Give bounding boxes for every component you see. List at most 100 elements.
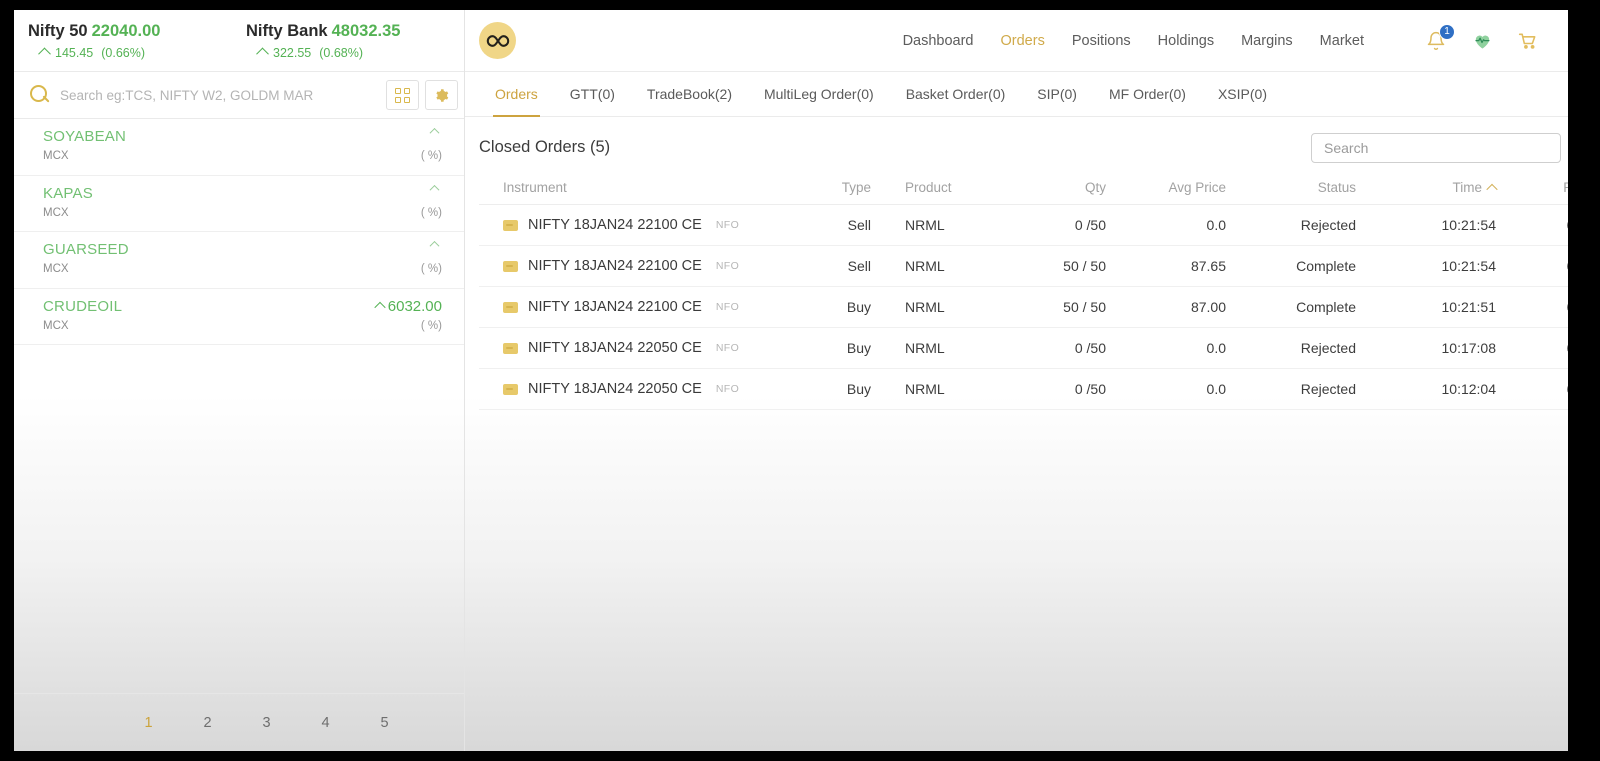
caret-up-icon: [374, 302, 385, 313]
nav-item-holdings[interactable]: Holdings: [1158, 33, 1214, 49]
table-row[interactable]: NIFTY 18JAN24 22050 CE NFO Buy NRML 0 /5…: [479, 328, 1568, 369]
cell-qty: 50 / 50: [981, 246, 1106, 287]
index-niftybank[interactable]: Nifty Bank48032.35 322.55 (0.68%): [246, 22, 464, 60]
top-navigation-bar: Dashboard Orders Positions Holdings Marg…: [465, 10, 1568, 72]
orders-header: Closed Orders (5): [479, 117, 1568, 172]
tab-xsip[interactable]: XSIP(0): [1202, 72, 1283, 116]
th-product[interactable]: Product: [871, 172, 981, 205]
cell-type: Buy: [779, 287, 871, 328]
watchlist-settings-button[interactable]: [425, 80, 458, 110]
watchlist-search-row: [14, 72, 464, 119]
th-status[interactable]: Status: [1226, 172, 1356, 205]
index-ticker-bar: Nifty 5022040.00 145.45 (0.66%) Nifty Ba…: [14, 10, 464, 72]
infinity-logo-icon[interactable]: [479, 22, 516, 59]
cell-instrument: NIFTY 18JAN24 22050 CE NFO: [479, 328, 779, 369]
table-header-row: Instrument Type Product Qty Avg Price St…: [479, 172, 1568, 205]
index-niftybank-change-percent: (0.68%): [319, 46, 363, 60]
cell-product: NRML: [871, 369, 981, 410]
watchlist-search-input[interactable]: [56, 88, 386, 103]
nav-item-market[interactable]: Market: [1320, 33, 1364, 49]
tab-gtt[interactable]: GTT(0): [554, 72, 631, 116]
watchlist-exchange: MCX: [43, 150, 69, 162]
cell-qty: 0 /50: [981, 205, 1106, 246]
watchlist-percent: ( %): [421, 320, 442, 332]
th-time[interactable]: Time: [1356, 172, 1496, 205]
instrument-name: NIFTY 18JAN24 22050 CE: [528, 381, 702, 397]
index-niftybank-change-value: 322.55: [273, 46, 311, 60]
sort-ascending-icon: [1486, 183, 1497, 194]
cell-status: Rejected: [1226, 328, 1356, 369]
instrument-exchange: NFO: [716, 301, 739, 313]
cell-qty: 50 / 50: [981, 287, 1106, 328]
table-row[interactable]: NIFTY 18JAN24 22100 CE NFO Buy NRML 50 /…: [479, 287, 1568, 328]
th-qty[interactable]: Qty: [981, 172, 1106, 205]
grid-view-button[interactable]: [386, 80, 419, 110]
th-price[interactable]: Price: [1496, 172, 1568, 205]
watchlist-exchange: MCX: [43, 263, 69, 275]
watchlist-page-3[interactable]: 3: [237, 715, 296, 731]
instrument-tag-icon: [503, 384, 518, 395]
watchlist-exchange: MCX: [43, 207, 69, 219]
orders-tab-bar: Orders GTT(0) TradeBook(2) MultiLeg Orde…: [465, 72, 1568, 117]
th-instrument[interactable]: Instrument: [479, 172, 779, 205]
watchlist-price: 6032.00: [376, 298, 442, 315]
cell-product: NRML: [871, 328, 981, 369]
th-type[interactable]: Type: [779, 172, 871, 205]
th-avg-price[interactable]: Avg Price: [1106, 172, 1226, 205]
instrument-name: NIFTY 18JAN24 22100 CE: [528, 258, 702, 274]
cell-status: Rejected: [1226, 369, 1356, 410]
watchlist-page-5[interactable]: 5: [355, 715, 414, 731]
cart-button[interactable]: [1516, 29, 1540, 53]
cell-qty: 0 /50: [981, 369, 1106, 410]
tab-sip-label: SIP(0): [1037, 86, 1077, 102]
watchlist-item[interactable]: SOYABEAN MCX ( %): [14, 119, 464, 176]
table-row[interactable]: NIFTY 18JAN24 22050 CE NFO Buy NRML 0 /5…: [479, 369, 1568, 410]
watchlist-pagination: 1 2 3 4 5: [14, 693, 464, 751]
cell-instrument: NIFTY 18JAN24 22100 CE NFO: [479, 205, 779, 246]
cell-instrument: NIFTY 18JAN24 22050 CE NFO: [479, 369, 779, 410]
cell-avg-price: 0.0: [1106, 369, 1226, 410]
tab-tradebook[interactable]: TradeBook(2): [631, 72, 748, 116]
tab-sip[interactable]: SIP(0): [1021, 72, 1093, 116]
cell-price: 0.00: [1496, 246, 1568, 287]
tab-gtt-label: GTT(0): [570, 86, 615, 102]
nav-item-positions[interactable]: Positions: [1072, 33, 1131, 49]
watchlist-page-4[interactable]: 4: [296, 715, 355, 731]
more-menu-button[interactable]: [1562, 29, 1568, 53]
nav-item-orders[interactable]: Orders: [1001, 33, 1045, 49]
orders-tools: [1311, 133, 1568, 163]
cell-price: 0.00: [1496, 328, 1568, 369]
instrument-exchange: NFO: [716, 219, 739, 231]
instrument-tag-icon: [503, 343, 518, 354]
watchlist-item[interactable]: CRUDEOIL 6032.00 MCX ( %): [14, 289, 464, 346]
th-time-label: Time: [1453, 180, 1483, 195]
watchlist-item[interactable]: GUARSEED MCX ( %): [14, 232, 464, 289]
search-icon: [22, 78, 56, 112]
watchlist-symbol: SOYABEAN: [43, 128, 126, 145]
cell-time: 10:12:04: [1356, 369, 1496, 410]
watchlist-item[interactable]: KAPAS MCX ( %): [14, 176, 464, 233]
main-panel: Dashboard Orders Positions Holdings Marg…: [465, 10, 1568, 751]
tab-mf-order[interactable]: MF Order(0): [1093, 72, 1202, 116]
index-niftybank-change: 322.55 (0.68%): [246, 46, 464, 60]
notifications-button[interactable]: 1: [1424, 29, 1448, 53]
instrument-name: NIFTY 18JAN24 22050 CE: [528, 340, 702, 356]
watchlist-page-2[interactable]: 2: [178, 715, 237, 731]
caret-up-icon: [38, 48, 51, 61]
watchlist-percent: ( %): [421, 207, 442, 219]
nav-item-margins[interactable]: Margins: [1241, 33, 1293, 49]
watchlist-page-1[interactable]: 1: [119, 715, 178, 731]
nav-item-dashboard[interactable]: Dashboard: [903, 33, 974, 49]
table-row[interactable]: NIFTY 18JAN24 22100 CE NFO Sell NRML 0 /…: [479, 205, 1568, 246]
tab-multileg-order[interactable]: MultiLeg Order(0): [748, 72, 890, 116]
tab-orders[interactable]: Orders: [479, 72, 554, 116]
index-nifty50-value: 22040.00: [92, 22, 161, 40]
orders-content: Closed Orders (5): [465, 117, 1568, 751]
orders-search-input[interactable]: [1311, 133, 1561, 163]
index-nifty50-change-value: 145.45: [55, 46, 93, 60]
tab-tradebook-label: TradeBook(2): [647, 86, 732, 102]
table-row[interactable]: NIFTY 18JAN24 22100 CE NFO Sell NRML 50 …: [479, 246, 1568, 287]
health-button[interactable]: [1470, 29, 1494, 53]
tab-basket-order[interactable]: Basket Order(0): [890, 72, 1022, 116]
index-nifty50[interactable]: Nifty 5022040.00 145.45 (0.66%): [28, 22, 246, 60]
